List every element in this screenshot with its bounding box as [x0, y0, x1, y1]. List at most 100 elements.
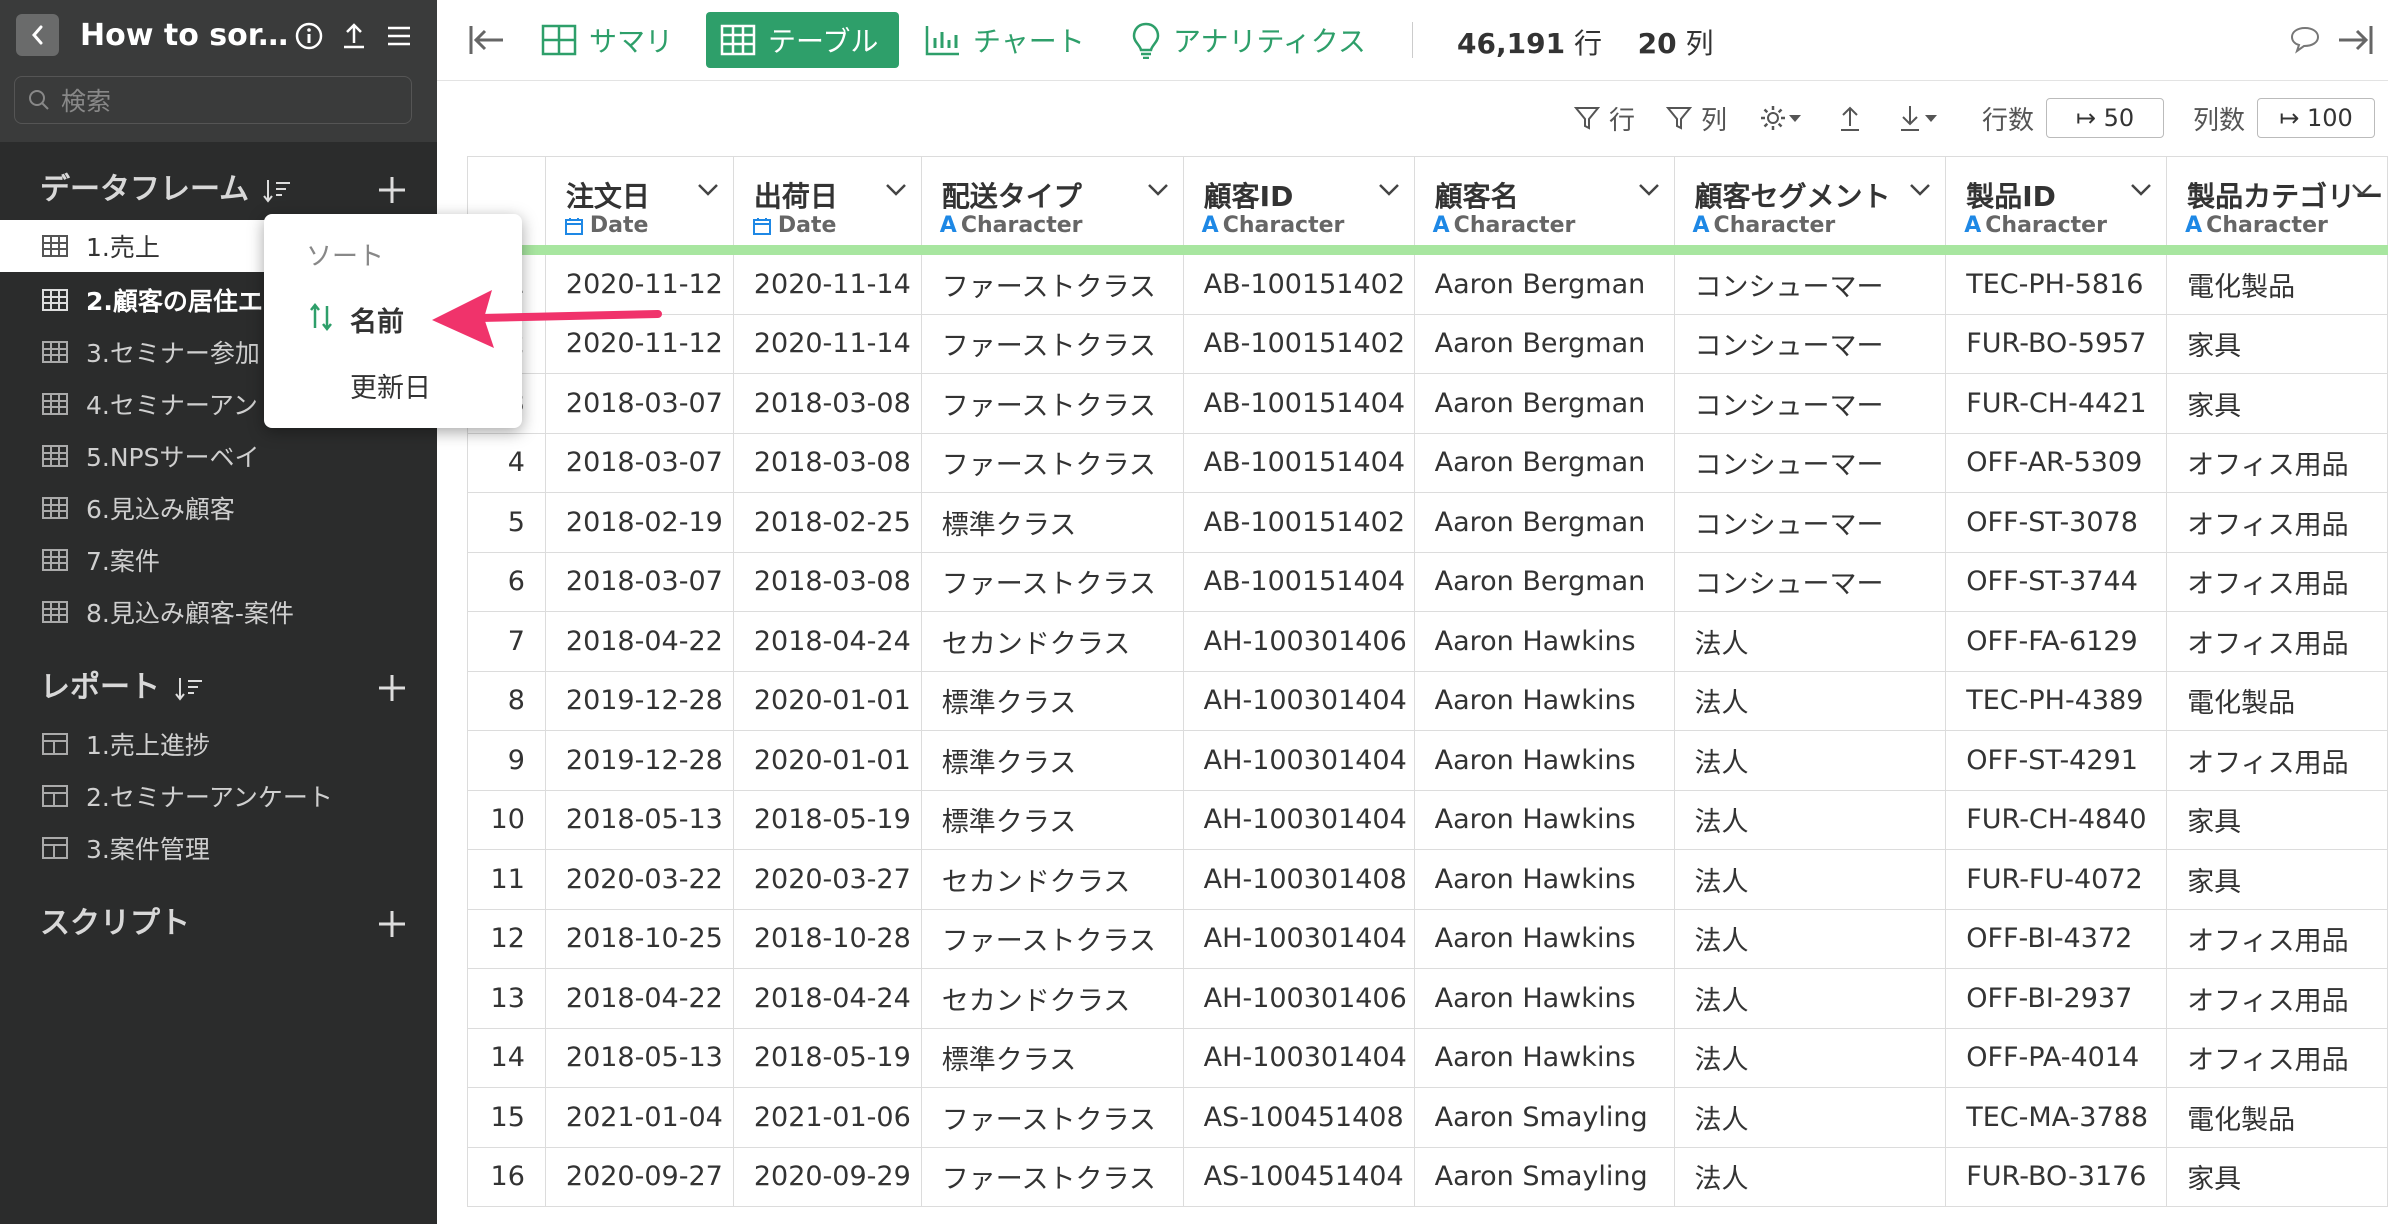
table-cell[interactable]: AH-100301404	[1182, 1027, 1415, 1088]
table-cell[interactable]: AB-100151404	[1182, 432, 1415, 493]
column-header[interactable]: 顧客名 A Character	[1413, 156, 1675, 255]
table-row[interactable]: 8 2019-12-28 2020-01-01 標準クラス AH-100301404 Aa…	[467, 670, 2388, 731]
collapse-left-icon[interactable]	[467, 22, 507, 58]
table-cell[interactable]: 法人	[1673, 968, 1947, 1029]
table-cell[interactable]: Aaron Hawkins	[1413, 908, 1675, 969]
search-input[interactable]	[59, 83, 403, 119]
search-field[interactable]	[14, 76, 412, 124]
table-cell[interactable]: 法人	[1673, 1146, 1947, 1207]
table-cell[interactable]: 電化製品	[2166, 1087, 2388, 1148]
menu-icon[interactable]	[381, 18, 417, 54]
rows-limit-input[interactable]: ↦ 50	[2046, 98, 2164, 138]
row-filter-button[interactable]: 行	[1573, 98, 1635, 138]
table-cell[interactable]: 法人	[1673, 1027, 1947, 1088]
table-cell[interactable]: 標準クラス	[920, 730, 1184, 791]
table-row[interactable]: 22020-11-122020-11-14ファーストクラスAB-10015140…	[467, 313, 2388, 374]
comment-icon[interactable]	[2289, 24, 2321, 54]
table-cell[interactable]: AS-100451404	[1182, 1146, 1415, 1207]
tab-analytics[interactable]: アナリティクス	[1117, 12, 1380, 68]
column-header[interactable]: 製品カテゴリー A Character	[2166, 156, 2388, 255]
table-row[interactable]: 12020-11-122020-11-14ファーストクラスAB-10015140…	[467, 249, 2388, 315]
export-button[interactable]	[1837, 98, 1863, 138]
table-cell[interactable]: セカンドクラス	[920, 849, 1184, 910]
table-cell[interactable]: AB-100151404	[1182, 373, 1415, 434]
table-cell[interactable]: AB-100151402	[1182, 313, 1415, 374]
back-button[interactable]	[16, 14, 59, 56]
table-cell[interactable]: セカンドクラス	[920, 968, 1184, 1029]
table-row[interactable]: 10 2018-05-13 2018-05-19 標準クラス AH-100301404 A…	[467, 789, 2388, 850]
table-cell[interactable]: TEC-PH-4389	[1945, 670, 2168, 731]
table-cell[interactable]: コンシューマー	[1673, 313, 1947, 374]
table-cell[interactable]: AB-100151402	[1182, 492, 1415, 553]
table-cell[interactable]: Aaron Hawkins	[1413, 611, 1675, 672]
table-cell[interactable]: コンシューマー	[1673, 432, 1947, 493]
table-cell[interactable]: OFF-ST-3744	[1945, 551, 2168, 612]
sidebar-item-dataframe[interactable]: 7.案件	[0, 534, 437, 586]
column-header[interactable]: 製品ID A Character	[1945, 156, 2168, 255]
chevron-down-icon[interactable]	[1909, 183, 1931, 197]
chevron-down-icon[interactable]	[697, 183, 719, 197]
sidebar-item-report[interactable]: 1.売上進捗	[0, 718, 437, 770]
table-cell[interactable]: Aaron Hawkins	[1413, 789, 1675, 850]
table-cell[interactable]: 2018-02-19	[544, 492, 734, 553]
table-cell[interactable]: AH-100301404	[1182, 670, 1415, 731]
table-cell[interactable]: 家具	[2166, 1146, 2388, 1207]
cols-limit-input[interactable]: ↦ 100	[2257, 98, 2375, 138]
table-cell[interactable]: 電化製品	[2166, 249, 2388, 315]
table-row[interactable]: 4 2018-03-07 2018-03-08 ファーストクラス AB-10015140…	[467, 432, 2388, 493]
sidebar-item-dataframe[interactable]: 8.見込み顧客-案件	[0, 586, 437, 638]
table-row[interactable]: 14 2018-05-13 2018-05-19 標準クラス AH-100301404 A…	[467, 1027, 2388, 1088]
add-report-icon[interactable]	[376, 672, 408, 704]
table-cell[interactable]: ファーストクラス	[920, 249, 1184, 315]
table-row[interactable]: 7 2018-04-22 2018-04-24 セカンドクラス AH-100301406…	[467, 611, 2388, 672]
table-cell[interactable]: Aaron Hawkins	[1413, 670, 1675, 731]
table-cell[interactable]: Aaron Hawkins	[1413, 730, 1675, 791]
table-cell[interactable]: 家具	[2166, 849, 2388, 910]
collapse-right-icon[interactable]	[2335, 22, 2375, 58]
table-cell[interactable]: AH-100301406	[1182, 968, 1415, 1029]
table-cell[interactable]: 法人	[1673, 789, 1947, 850]
table-cell[interactable]: 2020-01-01	[732, 670, 922, 731]
table-row[interactable]: 13 2018-04-22 2018-04-24 セカンドクラス AH-10030140…	[467, 968, 2388, 1029]
table-cell[interactable]: オフィス用品	[2166, 432, 2388, 493]
table-cell[interactable]: 2018-04-24	[732, 611, 922, 672]
table-cell[interactable]: 法人	[1673, 611, 1947, 672]
table-cell[interactable]: 標準クラス	[920, 492, 1184, 553]
table-cell[interactable]: 2020-01-01	[732, 730, 922, 791]
table-cell[interactable]: 標準クラス	[920, 789, 1184, 850]
table-cell[interactable]: 標準クラス	[920, 1027, 1184, 1088]
table-cell[interactable]: Aaron Hawkins	[1413, 968, 1675, 1029]
table-cell[interactable]: オフィス用品	[2166, 908, 2388, 969]
sort-by-updated-option[interactable]: 更新日	[350, 366, 431, 405]
chevron-down-icon[interactable]	[885, 183, 907, 197]
table-cell[interactable]: 2018-10-25	[544, 908, 734, 969]
table-cell[interactable]: 2018-03-08	[732, 551, 922, 612]
table-cell[interactable]: FUR-FU-4072	[1945, 849, 2168, 910]
table-cell[interactable]: Aaron Bergman	[1413, 313, 1675, 374]
table-cell[interactable]: 2021-01-04	[544, 1087, 734, 1148]
table-cell[interactable]: 法人	[1673, 730, 1947, 791]
table-cell[interactable]: コンシューマー	[1673, 492, 1947, 553]
sidebar-item-report[interactable]: 2.セミナーアンケート	[0, 770, 437, 822]
table-cell[interactable]: 法人	[1673, 849, 1947, 910]
table-cell[interactable]: 標準クラス	[920, 670, 1184, 731]
table-cell[interactable]: 2018-02-25	[732, 492, 922, 553]
table-cell[interactable]: OFF-ST-4291	[1945, 730, 2168, 791]
table-cell[interactable]: 2018-05-19	[732, 1027, 922, 1088]
table-cell[interactable]: 家具	[2166, 789, 2388, 850]
table-cell[interactable]: 2019-12-28	[544, 670, 734, 731]
table-cell[interactable]: 家具	[2166, 313, 2388, 374]
table-cell[interactable]: OFF-BI-4372	[1945, 908, 2168, 969]
table-cell[interactable]: 2018-03-07	[544, 551, 734, 612]
table-cell[interactable]: 法人	[1673, 670, 1947, 731]
table-cell[interactable]: AB-100151402	[1182, 249, 1415, 315]
table-cell[interactable]: AB-100151404	[1182, 551, 1415, 612]
table-cell[interactable]: 2018-05-13	[544, 789, 734, 850]
table-cell[interactable]: OFF-ST-3078	[1945, 492, 2168, 553]
table-row[interactable]: 16 2020-09-27 2020-09-29 ファーストクラス AS-1004514…	[467, 1146, 2388, 1207]
table-cell[interactable]: ファーストクラス	[920, 1146, 1184, 1207]
table-cell[interactable]: コンシューマー	[1673, 551, 1947, 612]
add-dataframe-icon[interactable]	[376, 174, 408, 206]
table-cell[interactable]: TEC-MA-3788	[1945, 1087, 2168, 1148]
table-cell[interactable]: 2018-05-19	[732, 789, 922, 850]
